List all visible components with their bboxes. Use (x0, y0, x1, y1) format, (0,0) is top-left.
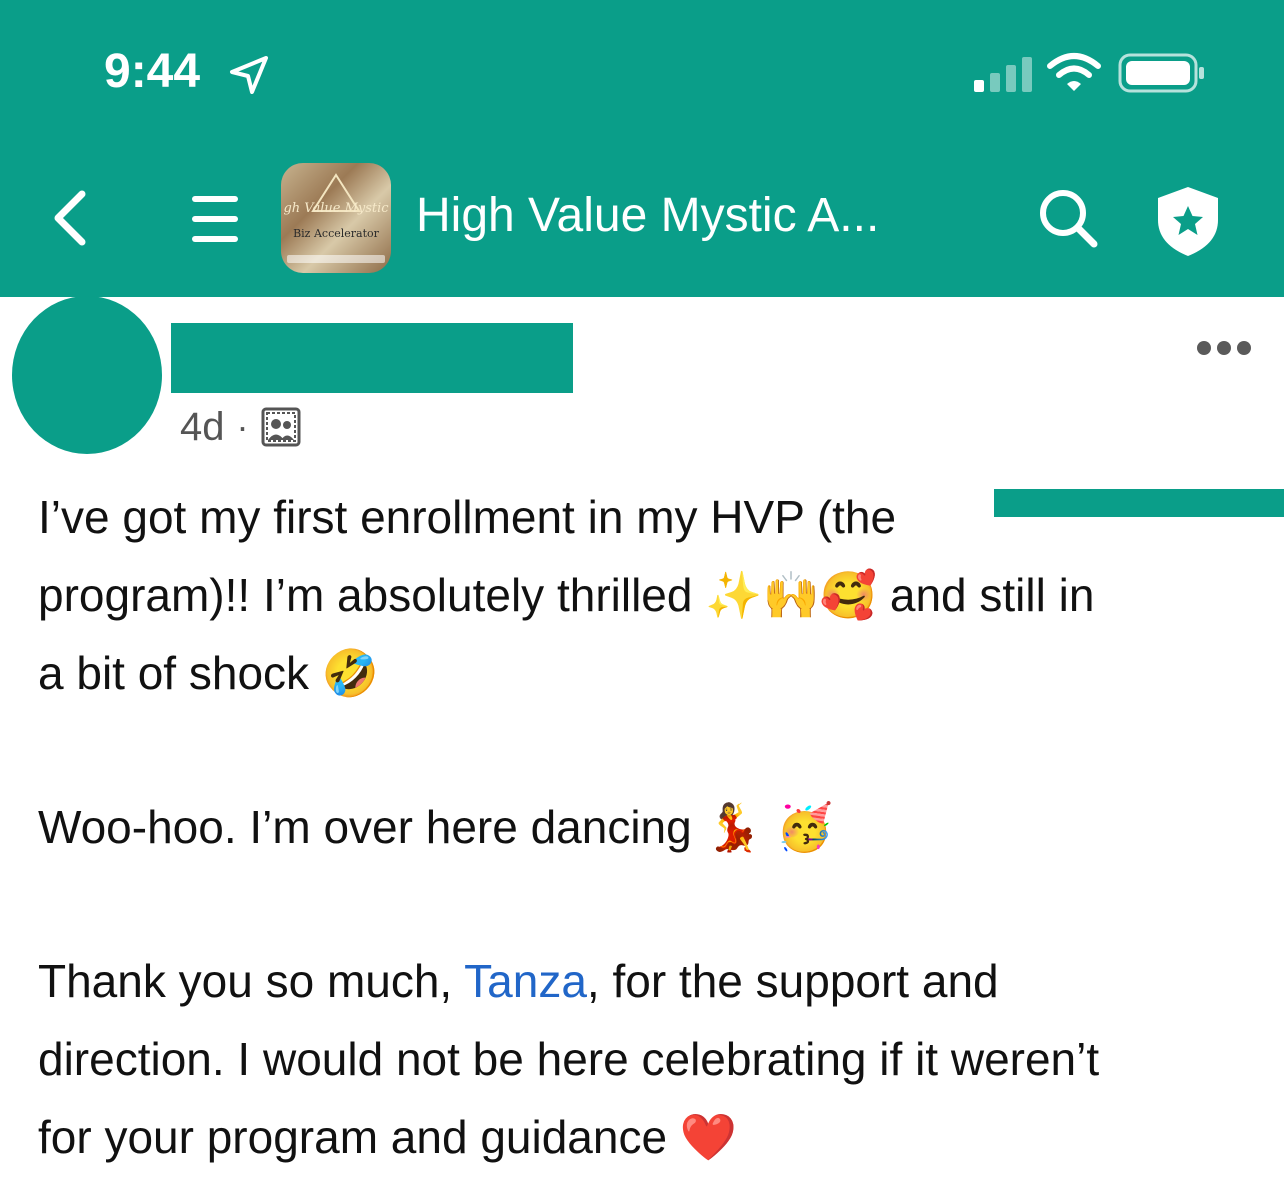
post-paragraph-3: Thank you so much, Tanza, for the suppor… (38, 942, 1258, 1176)
more-options-icon[interactable] (1196, 336, 1252, 360)
wifi-icon (1047, 53, 1101, 91)
mention-link[interactable]: Tanza (464, 955, 587, 1007)
post-meta: 4d · (180, 404, 301, 450)
search-icon[interactable] (1036, 186, 1100, 250)
group-title[interactable]: High Value Mystic A... (416, 186, 976, 246)
red-heart-emoji: ❤️ (679, 1110, 738, 1164)
dancer-party-face-emoji: 💃 🥳 (704, 800, 834, 854)
post-text-line: and still in (889, 569, 1095, 621)
post-text-line: direction. I would not be here celebrati… (38, 1033, 1100, 1085)
post-text-line: , for the support and (586, 955, 999, 1007)
post-paragraph-2: Woo-hoo. I’m over here dancing 💃 🥳 (38, 788, 1258, 866)
group-avatar[interactable]: gh Value Mystic Biz Accelerator (281, 163, 391, 273)
post-text-line: program)!! I’m absolutely thrilled (38, 569, 693, 621)
location-arrow-icon (230, 56, 268, 94)
back-button[interactable] (44, 186, 100, 250)
hamburger-menu-icon[interactable] (188, 192, 242, 246)
app-header: 9:44 gh Value Mystic Biz Accelerator Hig… (0, 0, 1284, 297)
members-only-group-icon[interactable] (261, 407, 301, 447)
sparkles-raised-hands-smiling-hearts-emoji: ✨🙌🥰 (705, 568, 878, 622)
rolling-laughing-emoji: 🤣 (321, 646, 380, 700)
post-time: 4d (180, 404, 225, 449)
post-body: I’ve got my first enrollment in my HVP (… (38, 478, 1258, 1176)
shield-star-icon[interactable] (1154, 184, 1222, 258)
post-text-line: a bit of shock (38, 647, 310, 699)
post-text-line: Thank you so much, (38, 955, 465, 1007)
group-avatar-strip (287, 255, 385, 263)
post-text-line: Woo-hoo. I’m over here dancing (38, 801, 692, 853)
status-time: 9:44 (104, 45, 201, 98)
author-avatar[interactable] (12, 296, 162, 454)
battery-icon (1118, 53, 1204, 93)
group-avatar-text: gh Value Mystic (283, 201, 389, 216)
author-name-redacted[interactable] (171, 323, 573, 393)
group-avatar-subtext: Biz Accelerator (293, 227, 379, 240)
post-text-line: for your program and guidance (38, 1111, 668, 1163)
program-name-redacted (994, 489, 1284, 517)
cellular-signal-icon (974, 57, 1032, 92)
post-text-line: I’ve got my first enrollment in my HVP (… (38, 491, 897, 543)
meta-separator: · (236, 406, 249, 447)
